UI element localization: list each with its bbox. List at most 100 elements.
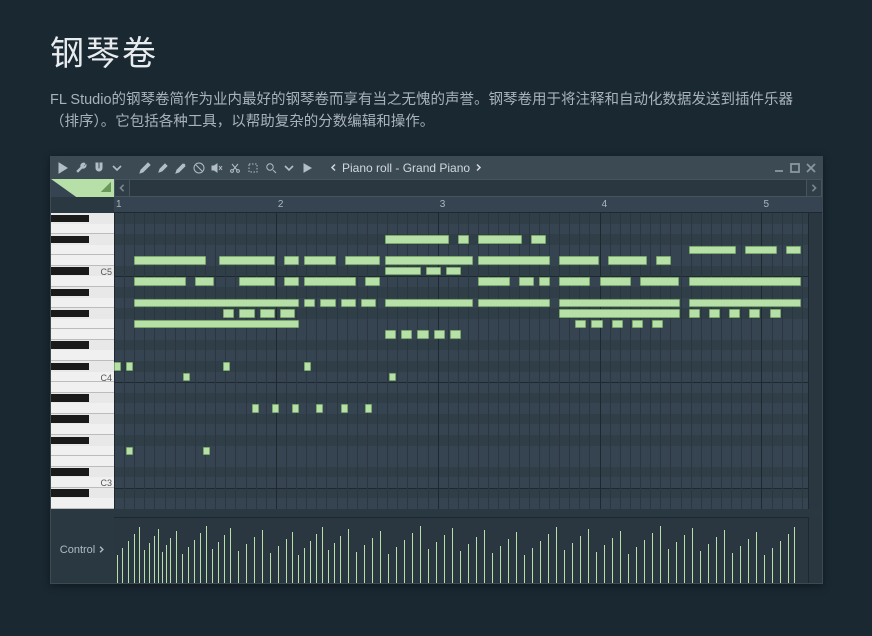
velocity-lane[interactable]	[114, 517, 808, 583]
velocity-bar[interactable]	[388, 554, 389, 583]
midi-note[interactable]	[786, 246, 801, 255]
velocity-bar[interactable]	[444, 535, 445, 583]
black-key[interactable]	[51, 215, 89, 222]
timeline-scrollbar[interactable]	[130, 179, 806, 197]
velocity-bar[interactable]	[548, 534, 549, 583]
timeline-prev-button[interactable]	[114, 179, 130, 197]
midi-note[interactable]	[591, 320, 602, 329]
mute-icon[interactable]	[209, 160, 225, 176]
velocity-bar[interactable]	[322, 527, 323, 583]
close-button[interactable]	[804, 161, 818, 175]
velocity-bar[interactable]	[636, 547, 637, 583]
midi-note[interactable]	[304, 362, 311, 371]
velocity-bar[interactable]	[134, 534, 135, 583]
midi-note[interactable]	[134, 320, 299, 329]
midi-note[interactable]	[656, 256, 671, 265]
velocity-bar[interactable]	[732, 553, 733, 583]
midi-note[interactable]	[401, 330, 412, 339]
black-key[interactable]	[51, 236, 89, 243]
bar-ruler[interactable]: 12345	[114, 197, 822, 213]
velocity-bar[interactable]	[572, 543, 573, 583]
midi-note[interactable]	[341, 299, 356, 308]
minimize-button[interactable]	[772, 161, 786, 175]
velocity-bar[interactable]	[262, 530, 263, 583]
velocity-bar[interactable]	[556, 527, 557, 583]
velocity-bar[interactable]	[484, 530, 485, 583]
black-key[interactable]	[51, 267, 89, 274]
white-key[interactable]	[51, 424, 114, 435]
midi-note[interactable]	[385, 330, 396, 339]
velocity-bar[interactable]	[428, 549, 429, 583]
velocity-bar[interactable]	[764, 555, 765, 583]
white-key[interactable]	[51, 456, 114, 467]
midi-note[interactable]	[223, 309, 234, 318]
velocity-bar[interactable]	[218, 542, 219, 583]
midi-note[interactable]	[478, 299, 550, 308]
window-title-bar[interactable]: Piano roll - Grand Piano	[329, 161, 483, 175]
velocity-bar[interactable]	[149, 543, 150, 583]
midi-note[interactable]	[640, 277, 679, 286]
velocity-bar[interactable]	[700, 551, 701, 583]
velocity-bar[interactable]	[144, 550, 145, 583]
black-key[interactable]	[51, 437, 89, 444]
midi-note[interactable]	[689, 277, 801, 286]
midi-note[interactable]	[417, 330, 428, 339]
velocity-bar[interactable]	[246, 544, 247, 583]
velocity-bar[interactable]	[364, 545, 365, 583]
midi-note[interactable]	[345, 256, 380, 265]
velocity-bar[interactable]	[298, 555, 299, 583]
midi-note[interactable]	[195, 277, 214, 286]
velocity-bar[interactable]	[286, 539, 287, 583]
velocity-bar[interactable]	[468, 544, 469, 583]
black-key[interactable]	[51, 341, 89, 348]
wrench-icon[interactable]	[73, 160, 89, 176]
midi-note[interactable]	[239, 277, 274, 286]
black-key[interactable]	[51, 489, 89, 496]
velocity-bar[interactable]	[644, 540, 645, 583]
zoom-icon[interactable]	[263, 160, 279, 176]
black-key[interactable]	[51, 363, 89, 370]
velocity-bar[interactable]	[660, 526, 661, 583]
velocity-bar[interactable]	[340, 536, 341, 583]
velocity-bar[interactable]	[476, 537, 477, 583]
note-grid[interactable]	[114, 213, 808, 509]
velocity-bar[interactable]	[396, 547, 397, 583]
velocity-bar[interactable]	[224, 535, 225, 583]
velocity-bar[interactable]	[412, 533, 413, 583]
midi-note[interactable]	[689, 299, 801, 308]
midi-note[interactable]	[729, 309, 740, 318]
velocity-bar[interactable]	[492, 553, 493, 583]
velocity-bar[interactable]	[139, 527, 140, 583]
velocity-bar[interactable]	[676, 542, 677, 583]
velocity-bar[interactable]	[772, 548, 773, 583]
midi-note[interactable]	[434, 330, 445, 339]
velocity-bar[interactable]	[588, 529, 589, 583]
velocity-bar[interactable]	[316, 534, 317, 583]
vertical-scrollbar[interactable]	[808, 213, 822, 509]
velocity-bar[interactable]	[348, 529, 349, 583]
brush-icon[interactable]	[155, 160, 171, 176]
velocity-bar[interactable]	[596, 552, 597, 583]
midi-note[interactable]	[203, 447, 210, 456]
midi-note[interactable]	[559, 309, 679, 318]
velocity-bar[interactable]	[356, 552, 357, 583]
midi-note[interactable]	[385, 256, 473, 265]
velocity-bar[interactable]	[436, 542, 437, 583]
velocity-bar[interactable]	[420, 526, 421, 583]
velocity-bar[interactable]	[212, 549, 213, 583]
midi-note[interactable]	[284, 277, 299, 286]
velocity-bar[interactable]	[194, 540, 195, 583]
velocity-bar[interactable]	[230, 528, 231, 583]
midi-note[interactable]	[316, 404, 323, 413]
white-key[interactable]	[51, 319, 114, 330]
white-key[interactable]	[51, 276, 114, 287]
midi-note[interactable]	[559, 299, 679, 308]
midi-note[interactable]	[559, 277, 590, 286]
midi-note[interactable]	[114, 362, 121, 371]
white-key[interactable]	[51, 245, 114, 256]
white-key[interactable]	[51, 350, 114, 361]
velocity-bar[interactable]	[158, 529, 159, 583]
midi-note[interactable]	[385, 299, 473, 308]
velocity-bar[interactable]	[176, 531, 177, 583]
white-key[interactable]	[51, 224, 114, 235]
